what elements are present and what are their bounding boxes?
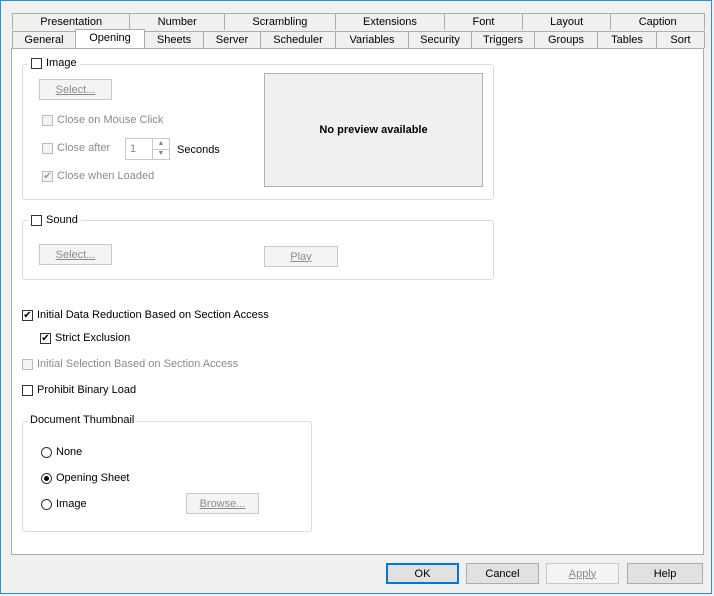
strict-exclusion-row: Strict Exclusion [40,332,130,344]
thumbnail-image-row: Image [41,498,87,510]
close-after-row: Close after [42,142,110,154]
image-checkbox[interactable] [31,57,42,69]
close-after-value: 1 [130,143,137,155]
thumbnail-title: Document Thumbnail [27,414,138,426]
thumbnail-image-radio[interactable] [41,498,52,510]
tab-sheets[interactable]: Sheets [144,31,204,48]
close-after-spinbox[interactable]: 1 ▲ ▼ [125,138,170,160]
sound-label: Sound [46,214,78,226]
close-when-loaded-checkbox[interactable] [42,170,53,182]
image-select-button[interactable]: Select... [39,79,112,100]
thumbnail-browse-button[interactable]: Browse... [186,493,259,514]
thumbnail-opening-sheet-label: Opening Sheet [56,472,130,484]
sound-legend: Sound [28,214,81,226]
prohibit-binary-label: Prohibit Binary Load [37,384,137,396]
initial-selection-label: Initial Selection Based on Section Acces… [37,358,239,370]
close-on-click-checkbox[interactable] [42,114,53,126]
close-after-label: Close after [57,142,111,154]
tab-layout[interactable]: Layout [521,13,612,30]
sound-play-button[interactable]: Play [264,246,338,267]
tab-general[interactable]: General [12,31,76,48]
cancel-button[interactable]: Cancel [466,563,539,584]
spin-down-icon[interactable]: ▼ [152,149,169,159]
thumbnail-opening-sheet-radio[interactable] [41,472,52,484]
tab-triggers[interactable]: Triggers [471,31,535,48]
close-on-click-row: Close on Mouse Click [42,114,163,126]
image-label: Image [46,57,77,69]
close-when-loaded-label: Close when Loaded [57,170,155,182]
close-after-checkbox[interactable] [42,142,53,154]
tab-scrambling[interactable]: Scrambling [224,13,336,30]
tab-presentation[interactable]: Presentation [12,13,131,30]
tab-groups[interactable]: Groups [534,31,598,48]
thumbnail-none-radio[interactable] [41,446,52,458]
tab-row-1: Presentation Number Scrambling Extension… [12,13,705,30]
help-button[interactable]: Help [627,563,703,584]
tab-extensions[interactable]: Extensions [334,13,446,30]
initial-selection-row: Initial Selection Based on Section Acces… [22,358,238,370]
strict-exclusion-label: Strict Exclusion [55,332,131,344]
tab-sort[interactable]: Sort [656,31,705,48]
sound-checkbox[interactable] [31,214,42,226]
tab-server[interactable]: Server [203,31,261,48]
tab-number[interactable]: Number [129,13,226,30]
initial-reduction-row: Initial Data Reduction Based on Section … [22,309,269,321]
close-when-loaded-row: Close when Loaded [42,170,154,182]
thumbnail-image-label: Image [56,498,87,510]
tab-variables[interactable]: Variables [335,31,409,48]
strict-exclusion-checkbox[interactable] [40,332,51,344]
tab-tables[interactable]: Tables [597,31,657,48]
thumbnail-opening-sheet-row: Opening Sheet [41,472,129,484]
close-on-click-label: Close on Mouse Click [57,114,164,126]
prohibit-binary-checkbox[interactable] [22,384,33,396]
image-preview: No preview available [264,73,483,187]
ok-button[interactable]: OK [386,563,459,584]
thumbnail-none-row: None [41,446,82,458]
tab-scheduler[interactable]: Scheduler [260,31,336,48]
image-legend: Image [28,57,80,69]
apply-button[interactable]: Apply [546,563,619,584]
initial-selection-checkbox[interactable] [22,358,33,370]
initial-reduction-label: Initial Data Reduction Based on Section … [37,309,269,321]
tab-security[interactable]: Security [408,31,472,48]
tab-opening[interactable]: Opening [75,29,145,48]
prohibit-binary-row: Prohibit Binary Load [22,384,136,396]
tab-row-2: General Opening Sheets Server Scheduler … [12,29,705,48]
initial-reduction-checkbox[interactable] [22,309,33,321]
thumbnail-none-label: None [56,446,83,458]
tab-font[interactable]: Font [444,13,523,30]
seconds-label: Seconds [177,144,220,156]
tab-caption[interactable]: Caption [610,13,705,30]
sound-select-button[interactable]: Select... [39,244,112,265]
